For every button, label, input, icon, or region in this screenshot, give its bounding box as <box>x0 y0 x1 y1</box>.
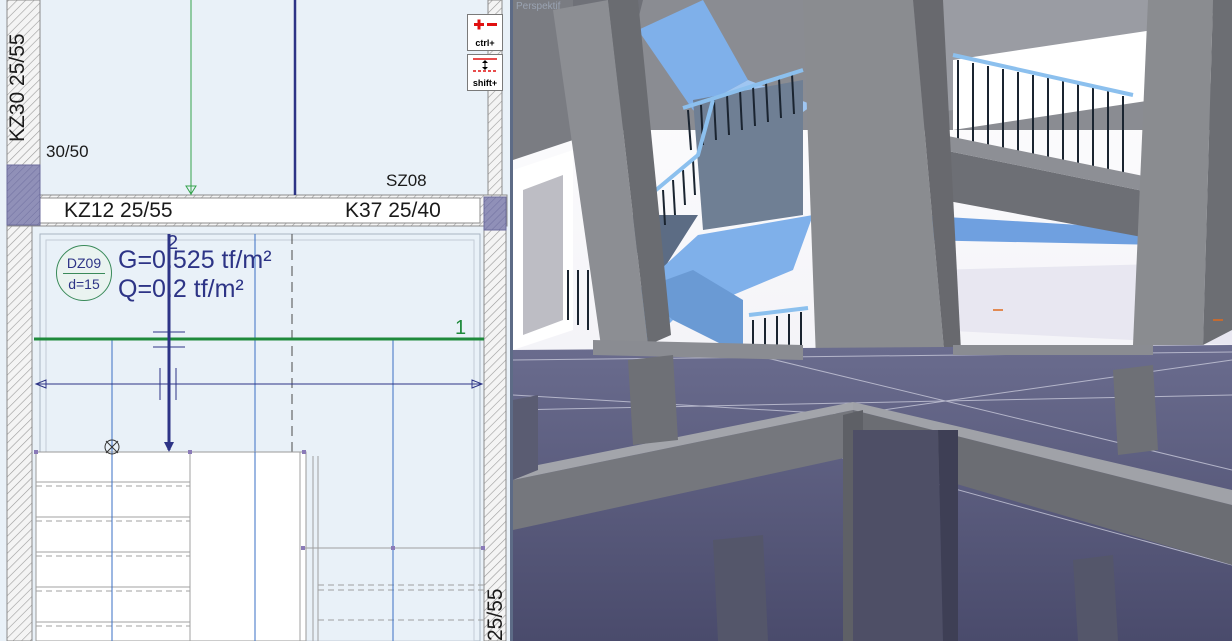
perspective-view[interactable]: Perspektif <box>513 0 1232 641</box>
slab-tag-dz09[interactable]: DZ09 d=15 <box>56 245 112 301</box>
wall-left[interactable] <box>6 225 33 641</box>
label-sz08: SZ08 <box>386 171 427 190</box>
axis-label-1: 1 <box>455 317 467 339</box>
zoom-plus-minus-icon <box>474 19 497 30</box>
plan-view[interactable]: KZ30 25/55 30/50 KZ12 25/55 SZ08 K37 25/… <box>0 0 510 641</box>
column-right[interactable] <box>483 196 507 231</box>
pan-vertical-icon <box>473 58 497 72</box>
label-kz12: KZ12 25/55 <box>64 199 173 222</box>
perspective-render[interactable] <box>513 0 1232 641</box>
slab-name: DZ09 <box>66 255 102 271</box>
label-bottom-right: 25/55 <box>484 588 507 641</box>
pan-button-label: shift+ <box>472 78 498 88</box>
load-q: Q=0.2 tf/m² <box>118 275 244 303</box>
zoom-button[interactable]: ctrl+ <box>467 14 503 51</box>
slab-thickness: d=15 <box>63 273 105 292</box>
pan-button[interactable]: shift+ <box>467 54 503 91</box>
wall-right[interactable] <box>483 229 507 641</box>
label-column-size: 30/50 <box>46 142 89 161</box>
label-kz30: KZ30 25/55 <box>6 33 29 142</box>
zoom-button-label: ctrl+ <box>475 38 495 48</box>
plan-drawing[interactable] <box>0 0 510 641</box>
column-left[interactable] <box>6 164 41 226</box>
label-k37: K37 25/40 <box>345 199 441 222</box>
load-g: G=0.525 tf/m² <box>118 246 272 274</box>
perspective-title: Perspektif <box>516 1 561 12</box>
